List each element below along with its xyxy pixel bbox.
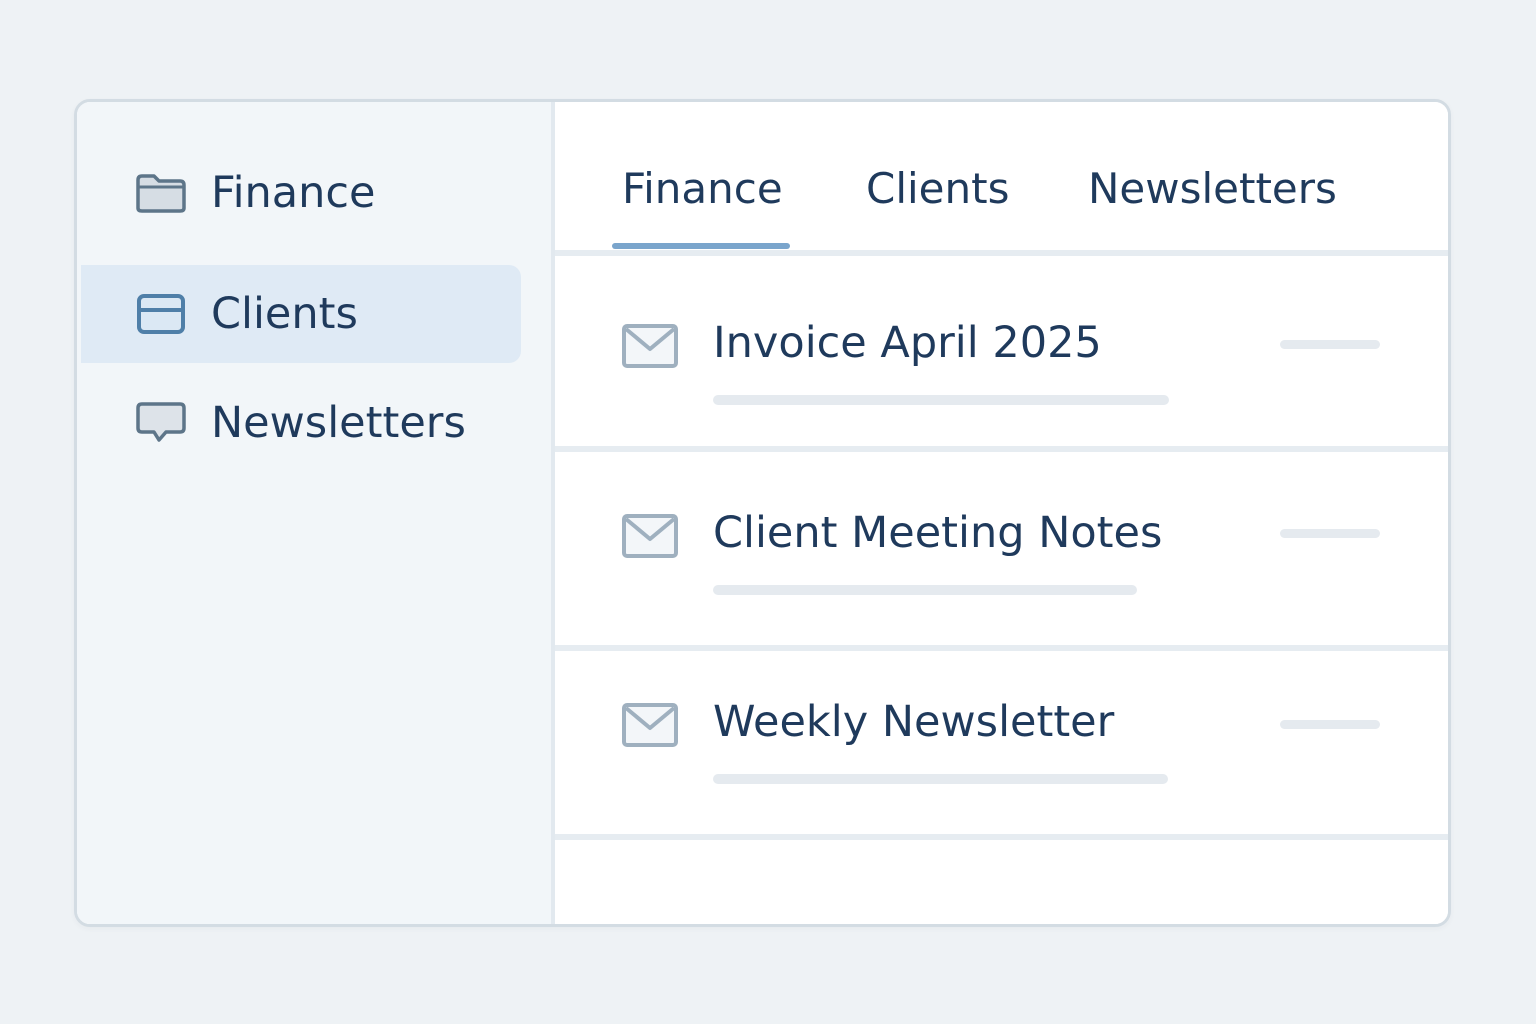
active-tab-indicator bbox=[612, 243, 790, 249]
message-preview-placeholder bbox=[713, 395, 1169, 405]
message-subject: Client Meeting Notes bbox=[713, 508, 1163, 558]
mail-icon bbox=[621, 323, 679, 369]
tab-finance[interactable]: Finance bbox=[622, 164, 783, 213]
tab-clients[interactable]: Clients bbox=[866, 164, 1009, 213]
message-meta-placeholder bbox=[1280, 529, 1380, 538]
message-row[interactable]: Invoice April 2025 bbox=[555, 256, 1448, 452]
sidebar-item-finance[interactable]: Finance bbox=[81, 144, 521, 242]
folder-icon bbox=[135, 171, 187, 215]
tab-newsletters[interactable]: Newsletters bbox=[1088, 164, 1337, 213]
sidebar-item-label: Finance bbox=[211, 168, 376, 218]
sidebar-item-newsletters[interactable]: Newsletters bbox=[81, 374, 521, 472]
message-meta-placeholder bbox=[1280, 340, 1380, 349]
message-subject: Invoice April 2025 bbox=[713, 318, 1102, 368]
sidebar-item-label: Clients bbox=[211, 289, 358, 339]
card-icon bbox=[135, 292, 187, 336]
sidebar: Finance Clients Newsletters bbox=[77, 102, 555, 924]
message-preview-placeholder bbox=[713, 774, 1168, 784]
message-pane: Finance Clients Newsletters Invoice Apri… bbox=[555, 102, 1448, 924]
mail-icon bbox=[621, 513, 679, 559]
message-meta-placeholder bbox=[1280, 720, 1380, 729]
sidebar-item-label: Newsletters bbox=[211, 398, 466, 448]
mail-icon bbox=[621, 702, 679, 748]
chat-bubble-icon bbox=[135, 401, 187, 445]
message-row[interactable]: Client Meeting Notes bbox=[555, 461, 1448, 651]
message-subject: Weekly Newsletter bbox=[713, 697, 1115, 747]
message-preview-placeholder bbox=[713, 585, 1137, 595]
sidebar-item-clients[interactable]: Clients bbox=[81, 265, 521, 363]
mail-app-window: Finance Clients Newsletters Finance Clie bbox=[74, 99, 1451, 927]
tab-bar: Finance Clients Newsletters bbox=[555, 102, 1448, 256]
message-row[interactable]: Weekly Newsletter bbox=[555, 651, 1448, 840]
